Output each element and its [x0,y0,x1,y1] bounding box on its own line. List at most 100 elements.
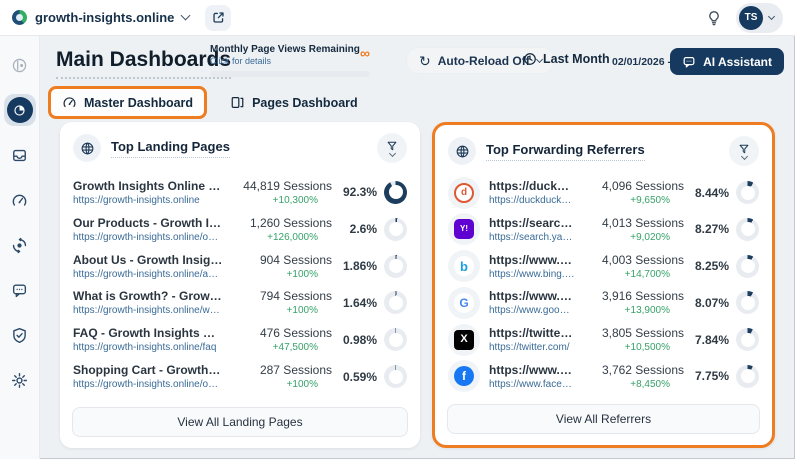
speedometer-icon [62,95,77,110]
referrer-title-text: https://duckduckgo.com/ [489,179,575,193]
pageviews-progress-bar [210,71,370,77]
gear-icon [11,372,28,389]
referrer-url-link[interactable]: https://twitter.com/ [489,342,575,353]
sidebar-item-dashboards[interactable] [4,94,36,126]
inbox-icon [11,147,28,164]
view-all-landing-pages-button[interactable]: View All Landing Pages [72,407,408,437]
percent-value: 92.3% [343,185,377,199]
chat-bubble-icon [682,55,696,69]
percent-donut-chart [384,365,407,388]
landing-pages-list: Growth Insights Online - Growth I... htt… [60,169,420,400]
bing-favicon-icon: b [454,256,474,276]
user-menu[interactable]: TS [736,3,783,33]
percent-donut-chart [384,255,407,278]
open-site-button[interactable] [205,5,231,31]
sessions-change: +9,650% [584,195,684,206]
site-selector[interactable]: growth-insights.online [12,10,189,25]
top-forwarding-referrers-card: Top Forwarding Referrers d htt [432,122,775,448]
sessions-change: +10,500% [584,342,684,353]
yahoo-favicon-icon: Y! [454,219,474,239]
dashboard-tabs: Master Dashboard Pages Dashboard [48,86,369,119]
sessions-change: +10,300% [232,195,332,206]
tab-label: Pages Dashboard [252,96,358,110]
chevron-down-icon [740,153,747,160]
page-url-link[interactable]: https://growth-insights.online [73,195,223,206]
collapse-sidebar-icon[interactable] [4,49,36,81]
auto-reload-label: Auto-Reload Off [438,54,530,68]
page-url-link[interactable]: https://growth-insights.online/faq [73,342,223,353]
tab-pages-dashboard[interactable]: Pages Dashboard [219,89,369,116]
sessions-value: 4,013 Sessions [584,216,684,230]
page-url-link[interactable]: https://growth-insights.online/abo... [73,269,223,280]
sessions-change: +100% [232,269,332,280]
page-title-text: Shopping Cart - Growth Insights ... [73,363,223,377]
ai-assistant-button[interactable]: AI Assistant [670,48,784,75]
page-url-link[interactable]: https://growth-insights.online/our-... [73,232,223,243]
referrer-title-text: https://www.facebook.c... [489,363,575,377]
site-name: growth-insights.online [35,10,174,25]
sidebar-item-settings[interactable] [4,364,36,396]
page-title-text: Our Products - Growth Insights O... [73,216,223,230]
pageviews-remaining-widget: Monthly Page Views Remaining Click for d… [210,44,370,77]
percent-donut-chart [384,291,407,314]
referrer-row: X https://twitter.com/ https://twitter.c… [448,324,759,356]
percent-value: 0.59% [343,370,377,384]
referrer-title-text: https://www.google.com... [489,289,575,303]
landing-page-row: Our Products - Growth Insights O... http… [73,216,407,243]
referrers-list: d https://duckduckgo.com/ https://duckdu… [435,172,772,397]
page-url-link[interactable]: https://growth-insights.online/wha... [73,305,223,316]
sidebar-item-privacy[interactable] [4,319,36,351]
clock-icon [523,52,537,66]
landing-page-row: About Us - Growth Insights Online https:… [73,253,407,280]
percent-donut-chart [384,218,407,241]
period-label: Last Month [543,52,610,66]
filter-button[interactable] [729,136,759,166]
percent-donut-chart [384,181,407,204]
sessions-value: 4,003 Sessions [584,253,684,267]
referrer-url-link[interactable]: https://www.bing.com/se... [489,269,575,280]
sidebar-item-performance[interactable] [4,184,36,216]
pageviews-label: Monthly Page Views Remaining [210,44,370,55]
lightbulb-icon[interactable] [706,10,722,26]
tab-master-dashboard[interactable]: Master Dashboard [48,86,207,119]
sidebar-item-behavior[interactable] [4,229,36,261]
percent-donut-chart [736,218,759,241]
period-selector[interactable]: Last Month [523,52,610,66]
top-landing-pages-card: Top Landing Pages Growth Insights Online… [60,122,420,448]
tab-label: Master Dashboard [84,96,193,110]
referrer-url-link[interactable]: https://duckduckgo.com/ [489,195,575,206]
retargeting-icon [11,237,28,254]
landing-page-row: Shopping Cart - Growth Insights ... http… [73,363,407,390]
landing-page-row: What is Growth? - Growth Insight... http… [73,289,407,316]
external-link-icon [212,11,225,24]
percent-value: 7.75% [695,369,729,383]
sessions-change: +14,700% [584,269,684,280]
sidebar-item-inbox[interactable] [4,139,36,171]
referrer-url-link[interactable]: https://www.google.com/... [489,305,575,316]
shield-check-icon [11,327,28,344]
topbar: growth-insights.online TS [0,0,795,36]
referrer-row: f https://www.facebook.c... https://www.… [448,360,759,392]
dashboard-pie-icon [7,97,33,123]
landing-page-row: Growth Insights Online - Growth I... htt… [73,179,407,206]
twitter-favicon-icon: X [454,330,474,350]
referrer-title-text: https://search.yahoo.com/ [489,216,575,230]
card-title: Top Landing Pages [111,139,230,158]
percent-donut-chart [384,328,407,351]
page-title-text: About Us - Growth Insights Online [73,253,223,267]
sessions-change: +100% [232,305,332,316]
referrer-url-link[interactable]: https://search.yahoo.com/ [489,232,575,243]
chat-icon [11,282,28,299]
duckduckgo-favicon-icon: d [454,183,474,203]
pageviews-details-link[interactable]: Click for details [210,56,370,66]
page-url-link[interactable]: https://growth-insights.online/our-... [73,379,223,390]
percent-value: 8.25% [695,259,729,273]
view-all-referrers-button[interactable]: View All Referrers [447,404,760,434]
percent-value: 8.27% [695,222,729,236]
site-favicon-icon [12,10,27,25]
referrer-url-link[interactable]: https://www.facebook.co... [489,379,575,390]
referrer-row: Y! https://search.yahoo.com/ https://sea… [448,213,759,245]
sidebar-item-communication[interactable] [4,274,36,306]
referrer-title-text: https://www.bing.com/s... [489,253,575,267]
filter-button[interactable] [377,133,407,163]
